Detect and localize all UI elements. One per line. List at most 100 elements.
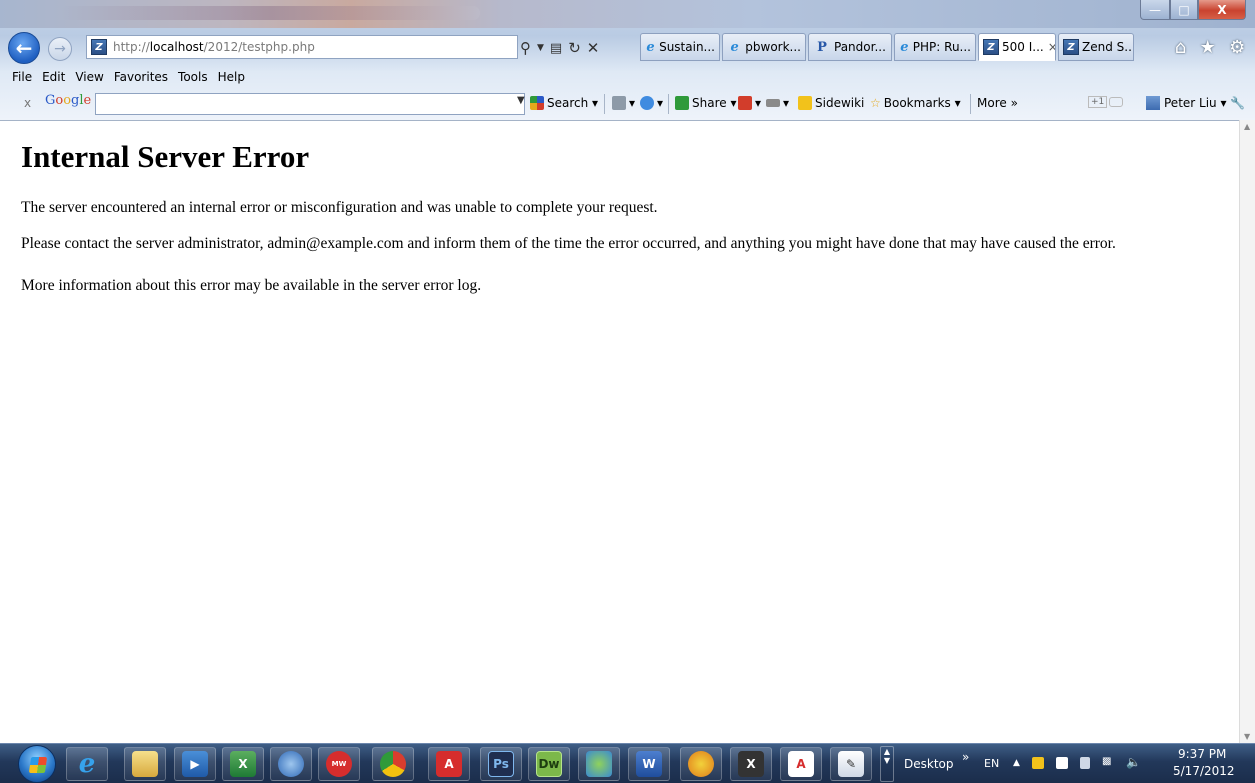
taskbar-internet-explorer[interactable]: e	[66, 747, 108, 781]
separator	[604, 94, 605, 114]
close-button[interactable]: X	[1198, 0, 1246, 20]
menu-favorites[interactable]: Favorites	[114, 70, 168, 84]
taskbar-media-player[interactable]: ▶	[174, 747, 216, 781]
taskbar-winamp[interactable]	[680, 747, 722, 781]
merriam-webster-icon: MW	[326, 751, 352, 777]
menu-edit[interactable]: Edit	[42, 70, 65, 84]
search-icon[interactable]: ⚲	[520, 39, 531, 57]
action-center-flag-icon[interactable]	[1056, 757, 1068, 769]
zend-icon: Z	[983, 39, 999, 55]
tab-pandora[interactable]: P Pandor...	[808, 33, 892, 61]
refresh-icon[interactable]: ↻	[568, 39, 581, 57]
taskbar-excel[interactable]: X	[222, 747, 264, 781]
notepad-icon: ✎	[838, 751, 864, 777]
home-icon[interactable]: ⌂	[1175, 37, 1186, 58]
menu-file[interactable]: File	[12, 70, 32, 84]
share-button[interactable]: Share ▾	[675, 96, 736, 110]
favorites-star-icon[interactable]: ★	[1200, 37, 1216, 58]
forward-button[interactable]: →	[48, 37, 72, 61]
google-search-input[interactable]	[95, 93, 525, 115]
show-hidden-icons-icon[interactable]: ▲	[1013, 758, 1020, 768]
spelling-button[interactable]: ▾	[738, 96, 761, 110]
tab-label: 500 I...	[1002, 40, 1044, 54]
bookmarks-button[interactable]: ☆ Bookmarks ▾	[870, 96, 961, 110]
toolbar-chevron-icon[interactable]: »	[962, 750, 969, 764]
wifi-signal-icon[interactable]: ▩	[1102, 756, 1114, 768]
taskbar-photoshop[interactable]: Ps	[480, 747, 522, 781]
more-button[interactable]: More »	[977, 96, 1018, 110]
minimize-icon: —	[1149, 2, 1161, 17]
taskbar-acrobat-2[interactable]: A	[780, 747, 822, 781]
tab-sustain[interactable]: e Sustain...	[640, 33, 720, 61]
taskbar-thunderbird[interactable]	[270, 747, 312, 781]
taskbar-scroll-button[interactable]: ▲ ▼	[880, 746, 894, 782]
stop-icon[interactable]: ✕	[587, 39, 600, 57]
battery-icon[interactable]	[1080, 757, 1090, 769]
taskbar-word[interactable]: W	[628, 747, 670, 781]
volume-icon[interactable]: 🔈	[1126, 755, 1141, 769]
tab-zend[interactable]: Z Zend S...	[1058, 33, 1134, 61]
user-menu[interactable]: Peter Liu ▾ 🔧	[1146, 96, 1245, 110]
start-button[interactable]	[18, 745, 56, 783]
excel-icon: X	[230, 751, 256, 777]
zend-icon: Z	[1063, 39, 1079, 55]
taskbar-xmind[interactable]: X	[730, 747, 772, 781]
compatibility-view-icon[interactable]: ▤	[550, 41, 562, 56]
address-url[interactable]: http://localhost/2012/testphp.php	[113, 40, 315, 54]
scroll-up-icon[interactable]: ▲	[1244, 122, 1250, 131]
menu-tools[interactable]: Tools	[178, 70, 208, 84]
spellcheck-icon	[738, 96, 752, 110]
taskbar-windows-explorer[interactable]	[124, 747, 166, 781]
back-button[interactable]: ←	[8, 32, 40, 64]
language-indicator[interactable]: EN	[984, 757, 999, 770]
menu-help[interactable]: Help	[218, 70, 245, 84]
page-title: Internal Server Error	[21, 139, 310, 174]
taskbar-merriam-webster[interactable]: MW	[318, 747, 360, 781]
sidewiki-button[interactable]: Sidewiki	[798, 96, 864, 110]
user-avatar-icon	[1146, 96, 1160, 110]
maximize-button[interactable]: □	[1170, 0, 1198, 20]
taskbar-acrobat[interactable]: A	[428, 747, 470, 781]
taskbar-chrome[interactable]	[372, 747, 414, 781]
clock-time[interactable]: 9:37 PM	[1178, 747, 1226, 761]
photoshop-icon: Ps	[488, 751, 514, 777]
window-title	[60, 6, 480, 20]
address-bar[interactable]: Z http://localhost/2012/testphp.php	[86, 35, 518, 59]
search-dropdown-icon[interactable]: ▼	[517, 95, 525, 106]
media-player-icon: ▶	[182, 751, 208, 777]
plus-one-button[interactable]: +1	[1088, 96, 1124, 108]
tab-php[interactable]: e PHP: Ru...	[894, 33, 976, 61]
toolbar-close-icon[interactable]: x	[24, 96, 31, 110]
ie-icon: e	[78, 749, 96, 779]
ie-icon: e	[730, 39, 739, 55]
acrobat-icon: A	[436, 751, 462, 777]
acrobat-reader-icon: A	[788, 751, 814, 777]
tab-label: Sustain...	[659, 40, 715, 54]
dropdown-arrow-icon[interactable]: ▼	[537, 43, 544, 53]
thunderbird-icon	[278, 751, 304, 777]
plus-button[interactable]: ▾	[640, 96, 663, 110]
menu-view[interactable]: View	[75, 70, 103, 84]
tab-pbworks[interactable]: e pbwork...	[722, 33, 806, 61]
page-icon	[612, 96, 626, 110]
search-button[interactable]: Search ▾	[530, 96, 598, 110]
gear-icon[interactable]: ⚙	[1229, 37, 1245, 58]
taskbar-dreamweaver[interactable]: Dw	[528, 747, 570, 781]
page-info-button[interactable]: ▾	[612, 96, 635, 110]
taskbar-messenger[interactable]	[578, 747, 620, 781]
tab-500-error[interactable]: Z500 I... ×	[978, 33, 1056, 61]
taskbar-notepad[interactable]: ✎	[830, 747, 872, 781]
scroll-down-icon[interactable]: ▼	[1244, 732, 1250, 741]
clock-date[interactable]: 5/17/2012	[1173, 764, 1235, 778]
desktop-toolbar-label[interactable]: Desktop	[904, 757, 954, 771]
tab-label: Zend S...	[1082, 40, 1134, 54]
tab-close-icon[interactable]: ×	[1048, 40, 1055, 54]
vertical-scrollbar[interactable]: ▲ ▼	[1239, 120, 1255, 743]
contact-message: Please contact the server administrator,…	[21, 235, 1116, 252]
sticky-note-icon[interactable]	[1032, 757, 1044, 769]
url-host: localhost	[149, 40, 204, 54]
wrench-icon: 🔧	[1230, 96, 1246, 110]
translate-button[interactable]: ▾	[766, 96, 789, 110]
minimize-button[interactable]: —	[1140, 0, 1170, 20]
sidewiki-icon	[798, 96, 812, 110]
